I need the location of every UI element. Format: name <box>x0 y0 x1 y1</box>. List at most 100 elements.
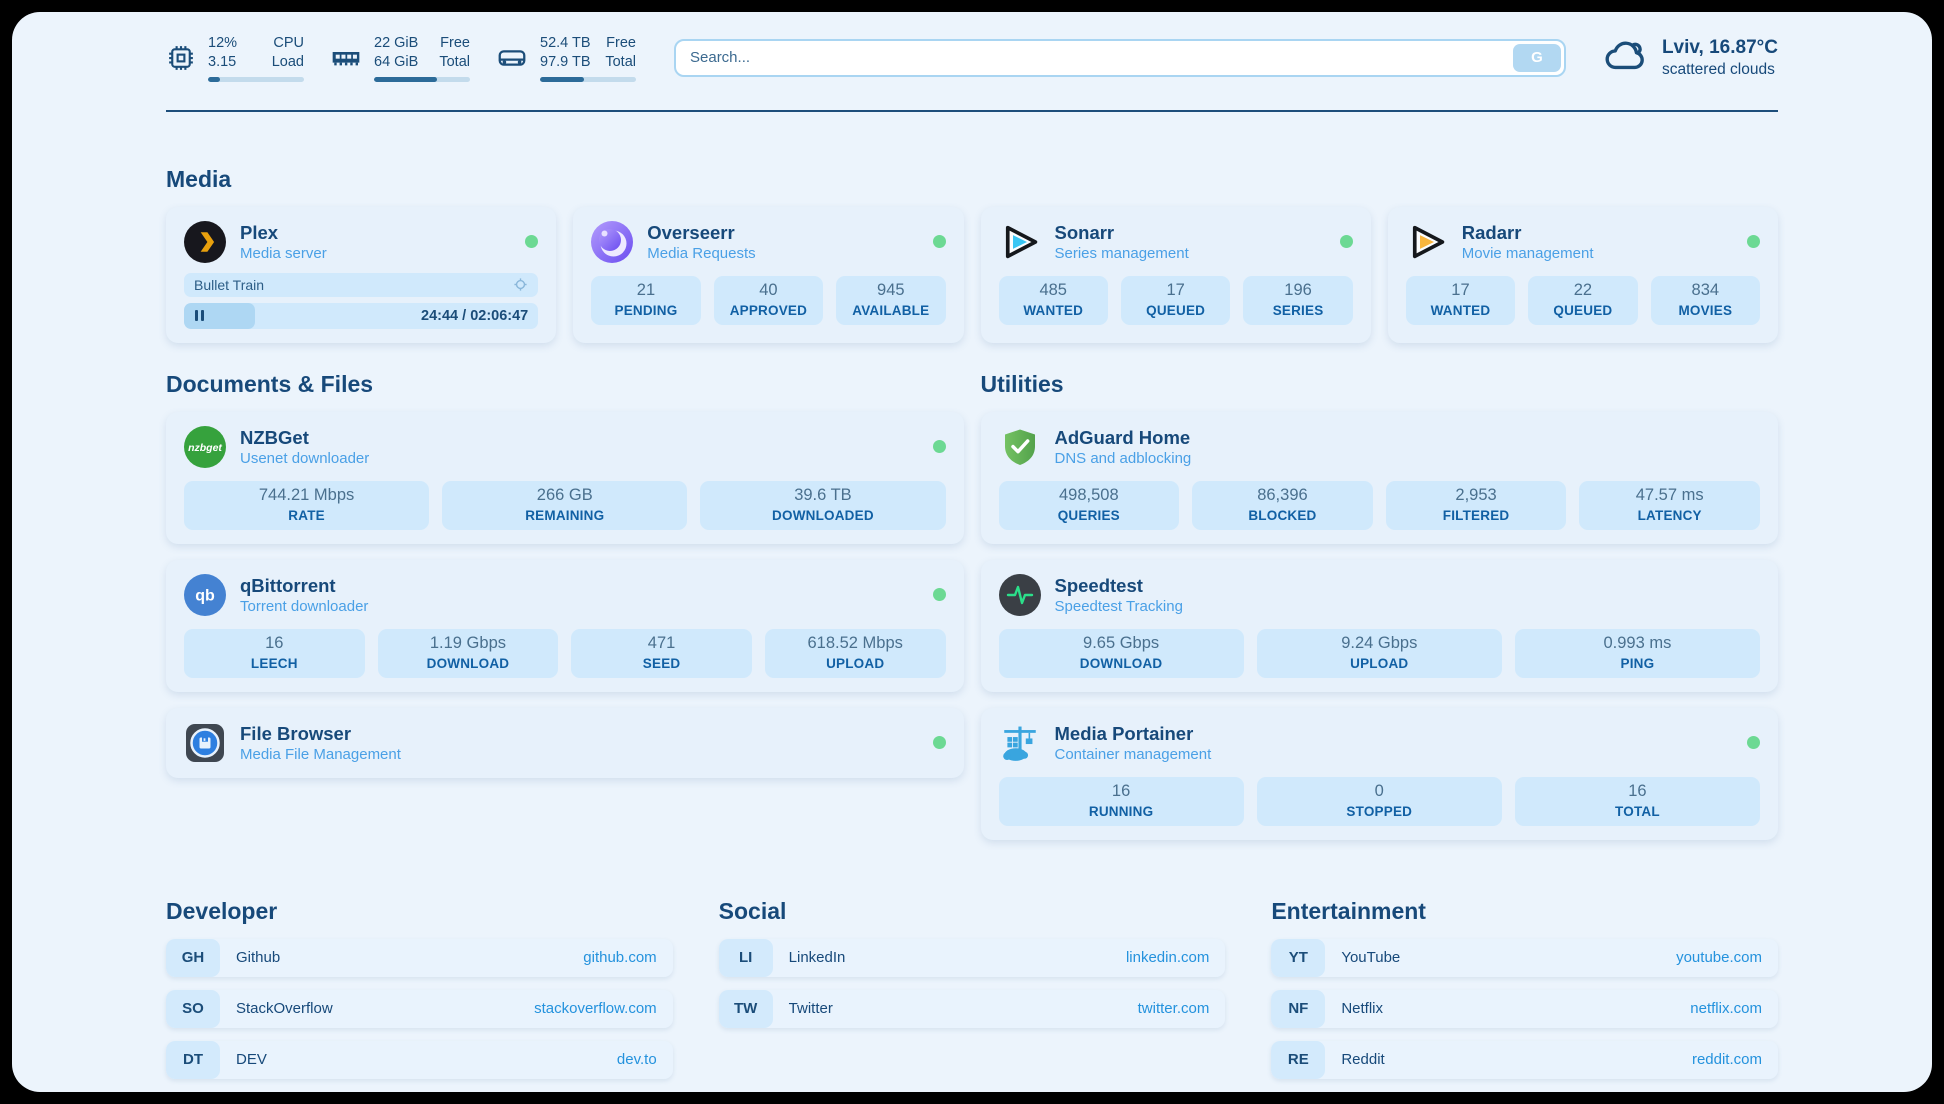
bookmark-abbr: LI <box>719 939 773 977</box>
playback-time: 24:44 / 02:06:47 <box>421 308 538 324</box>
service-title: Sonarr <box>1055 222 1189 243</box>
stat-label: LEECH <box>188 656 361 671</box>
disk-progress-bar <box>540 77 636 82</box>
bookmark-name: Twitter <box>773 1000 833 1017</box>
service-subtitle: Torrent downloader <box>240 598 368 615</box>
service-title: Radarr <box>1462 222 1594 243</box>
service-card-adguard[interactable]: AdGuard Home DNS and adblocking 498,508 … <box>981 412 1779 544</box>
disk-icon <box>496 42 528 74</box>
service-card-sonarr[interactable]: Sonarr Series management 485 WANTED 17 Q… <box>981 207 1371 343</box>
service-card-qbittorrent[interactable]: qb qBittorrent Torrent downloader <box>166 560 964 692</box>
stat-value: 834 <box>1655 281 1756 300</box>
top-bar: 12% 3.15 CPU Load <box>166 12 1778 82</box>
service-subtitle: Media File Management <box>240 746 401 763</box>
stat-label: DOWNLOAD <box>382 656 555 671</box>
bookmark-netflix[interactable]: NF Netflix netflix.com <box>1271 990 1778 1028</box>
stat-tile: 618.52 Mbps UPLOAD <box>765 629 946 678</box>
stat-label: RUNNING <box>1003 804 1240 819</box>
bookmark-github[interactable]: GH Github github.com <box>166 939 673 977</box>
radarr-icon <box>1406 221 1448 263</box>
stat-label: WANTED <box>1410 303 1511 318</box>
search-input[interactable] <box>676 49 1513 66</box>
service-title: AdGuard Home <box>1055 427 1192 448</box>
stat-value: 0.993 ms <box>1519 634 1756 653</box>
section-utilities: Utilities <box>981 371 1779 840</box>
playback-progress-bar: 24:44 / 02:06:47 <box>184 303 538 329</box>
weather-widget[interactable]: Lviv, 16.87°C scattered clouds <box>1604 37 1778 79</box>
stat-label: PING <box>1519 656 1756 671</box>
stat-label: AVAILABLE <box>840 303 941 318</box>
service-card-plex[interactable]: Plex Media server Bullet Train <box>166 207 556 343</box>
stat-value: 16 <box>188 634 361 653</box>
stat-tile: 744.21 Mbps RATE <box>184 481 429 530</box>
status-dot <box>933 440 946 453</box>
stat-label: BLOCKED <box>1196 508 1369 523</box>
stat-tile: 1.19 Gbps DOWNLOAD <box>378 629 559 678</box>
bookmark-linkedin[interactable]: LI LinkedIn linkedin.com <box>719 939 1226 977</box>
bookmark-url: netflix.com <box>1690 1000 1778 1017</box>
memory-free-value: 22 GiB <box>374 34 418 53</box>
bookmark-url: twitter.com <box>1138 1000 1226 1017</box>
stat-label: APPROVED <box>718 303 819 318</box>
disk-progress-fill <box>540 77 584 82</box>
service-subtitle: DNS and adblocking <box>1055 450 1192 467</box>
disk-total-value: 97.9 TB <box>540 53 591 72</box>
stat-tile: 47.57 ms LATENCY <box>1579 481 1760 530</box>
stat-label: PENDING <box>595 303 696 318</box>
stat-value: 196 <box>1247 281 1348 300</box>
stat-value: 0 <box>1261 782 1498 801</box>
status-dot <box>1340 235 1353 248</box>
disk-stat: 52.4 TB 97.9 TB Free Total <box>496 34 636 82</box>
developer-section-title: Developer <box>166 898 673 925</box>
stat-tile: 498,508 QUERIES <box>999 481 1180 530</box>
stat-tile: 16 LEECH <box>184 629 365 678</box>
stat-value: 86,396 <box>1196 486 1369 505</box>
service-title: File Browser <box>240 723 401 744</box>
stat-tile: 16 RUNNING <box>999 777 1244 826</box>
stat-tile: 196 SERIES <box>1243 276 1352 325</box>
stat-label: LATENCY <box>1583 508 1756 523</box>
service-card-speedtest[interactable]: Speedtest Speedtest Tracking 9.65 Gbps D… <box>981 560 1779 692</box>
bookmark-url: reddit.com <box>1692 1051 1778 1068</box>
stat-value: 47.57 ms <box>1583 486 1756 505</box>
service-subtitle: Movie management <box>1462 245 1594 262</box>
service-card-portainer[interactable]: Media Portainer Container management 16 … <box>981 708 1779 840</box>
bookmark-url: dev.to <box>617 1051 673 1068</box>
status-dot <box>525 235 538 248</box>
stat-tile: 9.65 Gbps DOWNLOAD <box>999 629 1244 678</box>
bookmark-dev[interactable]: DT DEV dev.to <box>166 1041 673 1079</box>
stat-value: 266 GB <box>446 486 683 505</box>
service-card-filebrowser[interactable]: File Browser Media File Management <box>166 708 964 778</box>
stat-tile: 471 SEED <box>571 629 752 678</box>
service-title: Speedtest <box>1055 575 1183 596</box>
search-provider-button[interactable]: G <box>1513 44 1561 72</box>
stat-value: 9.24 Gbps <box>1261 634 1498 653</box>
stat-tile: 945 AVAILABLE <box>836 276 945 325</box>
disk-total-label: Total <box>605 53 636 72</box>
cpu-icon <box>166 43 196 73</box>
stat-value: 17 <box>1125 281 1226 300</box>
bookmark-abbr: RE <box>1271 1041 1325 1079</box>
bookmark-abbr: SO <box>166 990 220 1028</box>
filebrowser-icon <box>184 722 226 764</box>
stat-tile: 40 APPROVED <box>714 276 823 325</box>
bookmark-name: Github <box>220 949 280 966</box>
bookmark-reddit[interactable]: RE Reddit reddit.com <box>1271 1041 1778 1079</box>
bookmark-youtube[interactable]: YT YouTube youtube.com <box>1271 939 1778 977</box>
service-card-overseerr[interactable]: Overseerr Media Requests 21 PENDING 40 A… <box>573 207 963 343</box>
service-card-radarr[interactable]: Radarr Movie management 17 WANTED 22 QUE… <box>1388 207 1778 343</box>
service-card-nzbget[interactable]: nzbget NZBGet Usenet downloader 74 <box>166 412 964 544</box>
bookmark-url: stackoverflow.com <box>534 1000 673 1017</box>
stat-tile: 21 PENDING <box>591 276 700 325</box>
qbittorrent-icon: qb <box>184 574 226 616</box>
service-subtitle: Usenet downloader <box>240 450 369 467</box>
status-dot <box>933 235 946 248</box>
bookmark-abbr: DT <box>166 1041 220 1079</box>
bookmark-url: youtube.com <box>1676 949 1778 966</box>
stat-value: 22 <box>1532 281 1633 300</box>
disk-free-value: 52.4 TB <box>540 34 591 53</box>
stat-value: 9.65 Gbps <box>1003 634 1240 653</box>
bookmark-twitter[interactable]: TW Twitter twitter.com <box>719 990 1226 1028</box>
cloud-icon <box>1604 37 1650 78</box>
bookmark-stackoverflow[interactable]: SO StackOverflow stackoverflow.com <box>166 990 673 1028</box>
